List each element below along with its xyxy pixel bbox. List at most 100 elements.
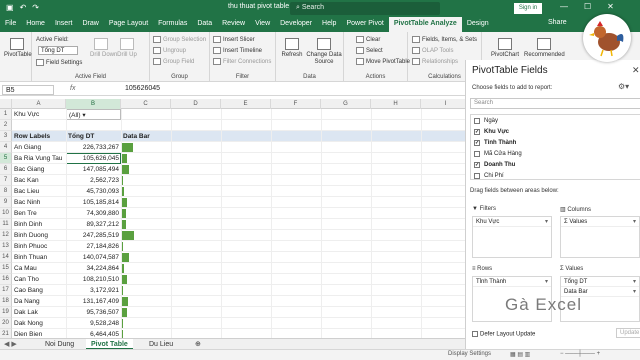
tab-view[interactable]: View <box>250 17 275 32</box>
total-cell[interactable]: 27,184,826 <box>66 241 121 252</box>
relationships-button[interactable]: Relationships <box>412 58 458 65</box>
drill-down-button[interactable]: Drill Down <box>90 38 117 58</box>
area-field-item[interactable]: Khu Vực ▾ <box>473 217 551 227</box>
row-header[interactable]: 20 <box>0 318 12 329</box>
total-cell[interactable]: 147,085,494 <box>66 164 121 175</box>
field-item[interactable]: ✓ Doanh Thu <box>471 160 640 170</box>
databar-cell[interactable] <box>121 285 171 296</box>
databar-cell[interactable] <box>121 142 171 153</box>
row-header[interactable]: 15 <box>0 263 12 274</box>
select-all-corner[interactable] <box>0 99 12 109</box>
field-checkbox[interactable]: ✓ <box>474 162 480 168</box>
tab-data[interactable]: Data <box>192 17 217 32</box>
row-header[interactable]: 14 <box>0 252 12 263</box>
tab-pivottable-analyze[interactable]: PivotTable Analyze <box>388 17 462 32</box>
row-header[interactable]: 18 <box>0 296 12 307</box>
sheet-nav-icon[interactable]: ◀ ▶ <box>4 340 17 348</box>
filter-connections-button[interactable]: Filter Connections <box>213 58 271 65</box>
formula-input[interactable]: 105626045 <box>125 85 160 92</box>
pivottable-button[interactable]: PivotTable <box>4 38 32 58</box>
tab-file[interactable]: File <box>0 17 21 32</box>
chevron-down-icon[interactable]: ▾ <box>633 287 636 297</box>
column-header-g[interactable]: G <box>321 99 371 109</box>
tab-page-layout[interactable]: Page Layout <box>104 17 153 32</box>
databar-cell[interactable] <box>121 307 171 318</box>
total-cell[interactable]: 95,736,507 <box>66 307 121 318</box>
databar-cell[interactable] <box>121 252 171 263</box>
group-field-button[interactable]: Group Field <box>153 58 194 65</box>
total-cell[interactable]: 9,528,248 <box>66 318 121 329</box>
signin-button[interactable]: Sign in <box>514 3 542 14</box>
row-header[interactable]: 2 <box>0 120 12 131</box>
select-button[interactable]: Select <box>356 47 383 54</box>
row-label-cell[interactable]: An Giang <box>12 142 66 153</box>
tab-draw[interactable]: Draw <box>77 17 103 32</box>
pane-close-icon[interactable]: ✕ <box>632 65 640 76</box>
pivotchart-button[interactable]: PivotChart <box>490 38 520 58</box>
columns-area[interactable]: Σ Values ▾ <box>560 216 640 258</box>
total-cell[interactable]: 105,626,045 <box>66 153 121 164</box>
databar-cell[interactable] <box>121 230 171 241</box>
row-header[interactable]: 5 <box>0 153 12 164</box>
column-header-h[interactable]: H <box>371 99 421 109</box>
total-cell[interactable]: 247,285,519 <box>66 230 121 241</box>
total-cell[interactable]: 2,562,723 <box>66 175 121 186</box>
databar-cell[interactable] <box>121 241 171 252</box>
row-label-cell[interactable]: Binh Duong <box>12 230 66 241</box>
minimize-icon[interactable]: — <box>560 2 568 11</box>
olap-tools-button[interactable]: OLAP Tools <box>412 47 453 54</box>
databar-cell[interactable] <box>121 208 171 219</box>
worksheet-grid[interactable]: ABCDEFGHI 1 2 3 4 5 6 7 8 9 10 11 12 13 14 15 16 17 18 19 2… <box>0 99 465 338</box>
chevron-down-icon[interactable]: ▾ <box>545 277 548 287</box>
total-cell[interactable]: 89,327,212 <box>66 219 121 230</box>
row-header[interactable]: 21 <box>0 329 12 338</box>
update-button[interactable]: Update <box>616 328 640 338</box>
field-checkbox[interactable]: ✓ <box>474 129 480 135</box>
field-checkbox[interactable] <box>474 151 480 157</box>
field-item[interactable]: Ngày <box>471 116 640 126</box>
field-checkbox[interactable]: ✓ <box>474 140 480 146</box>
row-label-cell[interactable]: Dak Lak <box>12 307 66 318</box>
field-checkbox[interactable] <box>474 118 480 124</box>
total-cell[interactable]: 74,309,880 <box>66 208 121 219</box>
row-label-cell[interactable]: Binh Phuoc <box>12 241 66 252</box>
databar-cell[interactable] <box>121 186 171 197</box>
area-field-item[interactable]: Σ Values ▾ <box>561 217 639 227</box>
total-cell[interactable]: 3,172,921 <box>66 285 121 296</box>
tab-home[interactable]: Home <box>21 17 50 32</box>
tab-power-pivot[interactable]: Power Pivot <box>341 17 388 32</box>
column-header-c[interactable]: C <box>121 99 171 109</box>
refresh-button[interactable]: Refresh <box>279 38 305 58</box>
row-header[interactable]: 3 <box>0 131 12 142</box>
row-header[interactable]: 4 <box>0 142 12 153</box>
tab-design[interactable]: Design <box>462 17 494 32</box>
search-box[interactable]: ⌕ Search <box>290 2 440 15</box>
maximize-icon[interactable]: ☐ <box>584 2 591 11</box>
row-label-cell[interactable]: Dien Bien <box>12 329 66 338</box>
column-header-a[interactable]: A <box>12 99 66 109</box>
ungroup-button[interactable]: Ungroup <box>153 47 186 54</box>
redo-icon[interactable]: ↷ <box>32 3 39 12</box>
tab-insert[interactable]: Insert <box>50 17 78 32</box>
column-header-i[interactable]: I <box>421 99 465 109</box>
row-header[interactable]: 17 <box>0 285 12 296</box>
row-header[interactable]: 7 <box>0 175 12 186</box>
databar-cell[interactable] <box>121 153 171 164</box>
total-cell[interactable]: 105,185,814 <box>66 197 121 208</box>
row-header[interactable]: 9 <box>0 197 12 208</box>
insert-timeline-button[interactable]: Insert Timeline <box>213 47 262 54</box>
row-header[interactable]: 6 <box>0 164 12 175</box>
row-label-cell[interactable]: Ba Ria Vung Tau <box>12 153 66 164</box>
total-cell[interactable]: 108,210,510 <box>66 274 121 285</box>
row-header[interactable]: 12 <box>0 230 12 241</box>
defer-layout-checkbox[interactable]: Defer Layout Update <box>472 331 535 338</box>
row-label-cell[interactable]: Dak Nong <box>12 318 66 329</box>
column-header-e[interactable]: E <box>221 99 271 109</box>
recommended-button[interactable]: Recommended <box>524 38 565 58</box>
databar-header[interactable]: Data Bar <box>121 131 171 142</box>
chevron-down-icon[interactable]: ▾ <box>633 277 636 287</box>
chevron-down-icon[interactable]: ▾ <box>81 112 85 119</box>
databar-cell[interactable] <box>121 219 171 230</box>
chevron-down-icon[interactable]: ▾ <box>633 217 636 227</box>
databar-cell[interactable] <box>121 274 171 285</box>
